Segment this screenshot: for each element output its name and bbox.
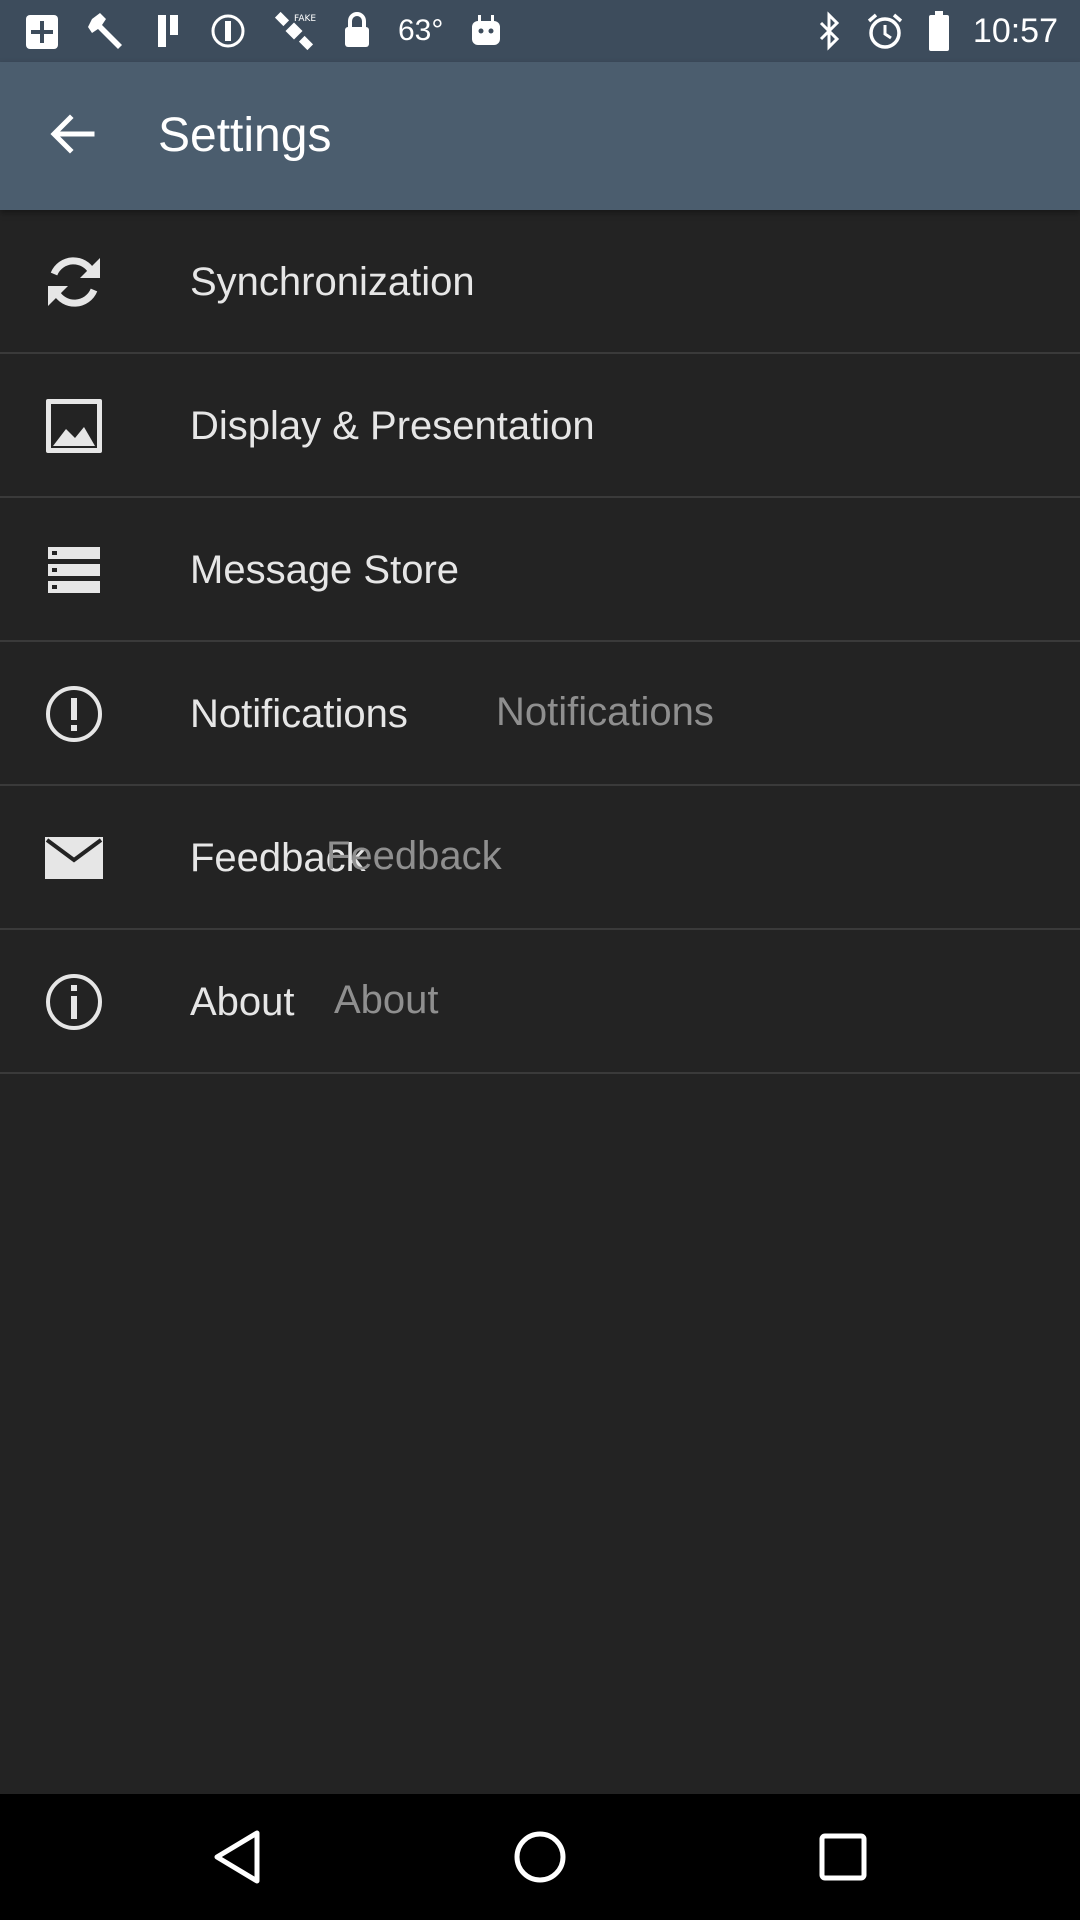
settings-item-synchronization[interactable]: Synchronization — [0, 210, 1080, 354]
settings-item-feedback[interactable]: Feedback Feedback — [0, 786, 1080, 930]
nav-recents-button[interactable] — [808, 1824, 878, 1894]
settings-item-message-store[interactable]: Message Store — [0, 498, 1080, 642]
app-bar: Settings — [0, 62, 1080, 210]
settings-item-label: Display & Presentation — [190, 404, 595, 448]
recents-square-icon — [818, 1832, 868, 1887]
plus-box-icon — [24, 11, 60, 51]
signal-disabled-icon — [210, 13, 246, 49]
settings-item-display-presentation[interactable]: Display & Presentation — [0, 354, 1080, 498]
nav-back-button[interactable] — [202, 1824, 272, 1894]
image-icon — [42, 394, 106, 458]
battery-icon — [927, 10, 951, 52]
pause-icon — [154, 11, 184, 51]
alert-circle-icon — [42, 682, 106, 746]
settings-item-about[interactable]: About About — [0, 930, 1080, 1074]
lock-icon — [342, 11, 372, 51]
status-right-icons: 10:57 — [817, 8, 1058, 54]
storage-icon — [42, 538, 106, 602]
status-left-icons: FAKE 63° — [24, 8, 503, 54]
bluetooth-icon — [817, 11, 843, 51]
settings-item-label: About — [190, 980, 295, 1024]
info-icon — [42, 970, 106, 1034]
settings-item-label: Notifications — [190, 692, 408, 736]
settings-item-summary: About — [334, 978, 439, 1022]
clock-text: 10:57 — [972, 11, 1058, 50]
page-title: Settings — [158, 109, 332, 162]
settings-item-label: Synchronization — [190, 260, 475, 304]
temperature-text: 63° — [398, 14, 444, 47]
wrench-icon — [86, 11, 128, 51]
sync-icon — [42, 250, 106, 314]
fake-gps-satellite-icon: FAKE — [272, 9, 316, 53]
home-circle-icon — [512, 1829, 568, 1890]
arrow-back-icon — [48, 112, 96, 161]
settings-item-summary: Feedback — [326, 834, 502, 878]
settings-item-label: Message Store — [190, 548, 460, 592]
nav-home-button[interactable] — [505, 1824, 575, 1894]
status-bar: FAKE 63° 10:57 — [0, 0, 1080, 62]
android-icon — [469, 13, 503, 49]
svg-text:FAKE: FAKE — [294, 14, 316, 24]
mail-icon — [42, 826, 106, 890]
back-button[interactable] — [36, 106, 108, 166]
settings-item-notifications[interactable]: Notifications Notifications — [0, 642, 1080, 786]
settings-list: Synchronization Display & Presentation M… — [0, 210, 1080, 1074]
alarm-icon — [865, 11, 905, 51]
navigation-bar — [0, 1794, 1080, 1920]
back-triangle-icon — [211, 1829, 263, 1890]
settings-item-summary: Notifications — [496, 690, 714, 734]
